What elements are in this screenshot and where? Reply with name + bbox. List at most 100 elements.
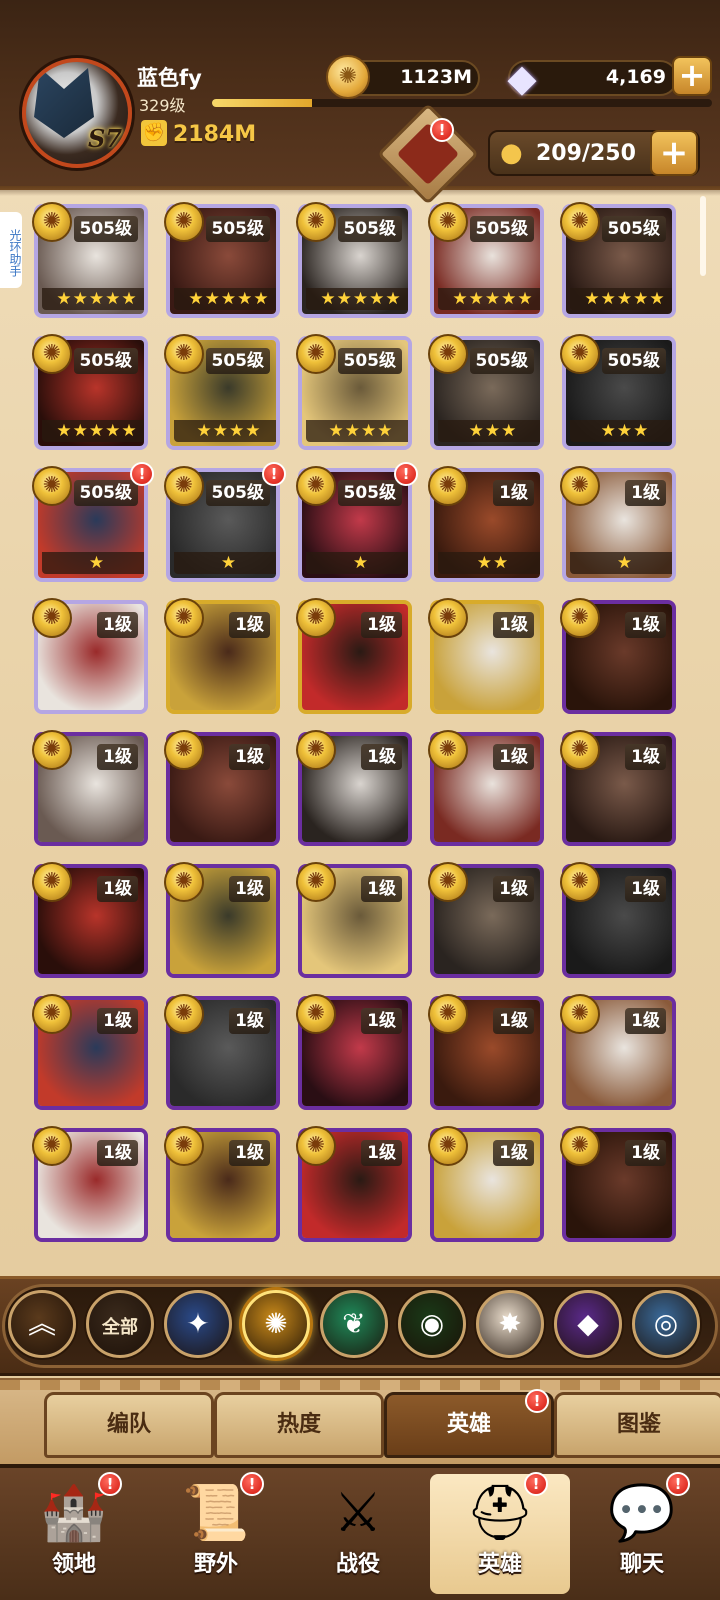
mauler-faction-icon: ✺ — [296, 862, 336, 902]
lightbearer-icon: ✦ — [186, 1307, 210, 1340]
hero-card[interactable]: 1级 ✺ — [426, 1124, 544, 1242]
hero-card[interactable]: 505级 ★★★★★ ✺ — [426, 200, 544, 318]
alert-badge: ! — [240, 1472, 264, 1496]
hero-card[interactable]: 505级 ★★★★★ ✺ — [294, 200, 412, 318]
add-capacity-button[interactable]: + — [650, 130, 698, 176]
scrollbar[interactable] — [700, 196, 706, 276]
hero-level: 1级 — [625, 480, 666, 506]
mauler-faction-icon: ✺ — [164, 334, 204, 374]
filter-all-button[interactable]: 全部 — [86, 1290, 154, 1358]
hero-card[interactable]: 505级 ★ ✺! — [30, 462, 154, 582]
hero-level: 1级 — [493, 744, 534, 770]
filter-celestial-button[interactable]: ✸ — [476, 1290, 544, 1358]
hero-level: 505级 — [73, 348, 138, 374]
mauler-faction-icon: ✺ — [560, 862, 600, 902]
mauler-faction-icon: ✺ — [296, 598, 336, 638]
hero-level: 1级 — [361, 1008, 402, 1034]
up-chevron-icon: ︽ — [27, 1307, 56, 1340]
nav-helmet[interactable]: ⛑ 英雄! — [430, 1472, 570, 1594]
hero-screen: S7 蓝色fy 329级 ✊ 2184M ✺ 1123M ◆ 4,169 + !… — [0, 0, 720, 1600]
hero-card[interactable]: 505级 ★★★★★ ✺ — [30, 200, 148, 318]
hero-level: 505级 — [601, 216, 666, 242]
alert-badge: ! — [394, 462, 418, 486]
hero-level: 1级 — [625, 744, 666, 770]
hero-card[interactable]: 1级 ✺ — [30, 992, 148, 1110]
dimensional-icon: ◎ — [653, 1307, 679, 1340]
hero-card[interactable]: 1级 ✺ — [558, 1124, 676, 1242]
hero-level: 505级 — [73, 480, 138, 506]
hero-card[interactable]: 1级 ✺ — [294, 728, 412, 846]
hero-capacity-value: 209/250 — [536, 141, 636, 166]
sub-tab-1[interactable]: 热度 — [214, 1392, 384, 1458]
hero-card[interactable]: 1级 ✺ — [558, 992, 676, 1110]
filter-dimensional-button[interactable]: ◎ — [632, 1290, 700, 1358]
hero-card[interactable]: 1级 ✺ — [426, 596, 544, 714]
mauler-faction-icon: ✺ — [560, 202, 600, 242]
hero-level: 505级 — [337, 216, 402, 242]
hero-stars: ★★★ — [438, 420, 540, 442]
hero-card[interactable]: 1级 ✺ — [426, 992, 544, 1110]
nav-label: 野外 — [193, 1552, 238, 1577]
add-gems-button[interactable]: + — [672, 56, 712, 96]
hero-card[interactable]: 505级 ★★★★★ ✺ — [162, 200, 280, 318]
hero-stars: ★★★★ — [306, 420, 408, 442]
hero-card[interactable]: 1级 ✺ — [162, 860, 280, 978]
exp-bar — [212, 99, 712, 107]
assistant-side-tab[interactable]: 光环助手 — [0, 212, 22, 288]
alert-badge: ! — [130, 462, 154, 486]
hero-card[interactable]: 1级 ✺ — [294, 1124, 412, 1242]
hero-card[interactable]: 1级 ✺ — [162, 1124, 280, 1242]
hero-card[interactable]: 505级 ★★★★★ ✺ — [30, 332, 148, 450]
hero-card[interactable]: 1级 ✺ — [426, 728, 544, 846]
filter-lightbearer-button[interactable]: ✦ — [164, 1290, 232, 1358]
person-icon: ● — [500, 138, 523, 168]
hero-card[interactable]: 505级 ★ ✺! — [162, 462, 286, 582]
hero-card[interactable]: 1级 ✺ — [30, 728, 148, 846]
sub-tab-3[interactable]: 图鉴 — [554, 1392, 720, 1458]
mauler-faction-icon: ✺ — [428, 862, 468, 902]
hero-level: 505级 — [205, 480, 270, 506]
hero-level: 1级 — [229, 876, 270, 902]
alert-badge: ! — [666, 1472, 690, 1496]
crossed-swords-icon: ⚔ — [333, 1481, 383, 1544]
hero-card[interactable]: 1级 ✺ — [294, 596, 412, 714]
hero-card[interactable]: 505级 ★★★★ ✺ — [294, 332, 412, 450]
hero-level: 1级 — [625, 1140, 666, 1166]
hero-card[interactable]: 1级 ✺ — [162, 596, 280, 714]
hero-card[interactable]: 1级 ✺ — [294, 992, 412, 1110]
hero-card[interactable]: 1级 ✺ — [558, 860, 676, 978]
hero-card[interactable]: 1级 ✺ — [162, 992, 280, 1110]
mauler-faction-icon: ✺ — [296, 994, 336, 1034]
sub-tab-2[interactable]: 英雄! — [384, 1389, 554, 1458]
hero-card[interactable]: 1级 ✺ — [30, 860, 148, 978]
hero-card[interactable]: 1级 ★ ✺ — [558, 464, 676, 582]
filter-up-chevron-button[interactable]: ︽ — [8, 1290, 76, 1358]
hero-stars: ★★★★★ — [42, 420, 144, 442]
nav-chat-bubble[interactable]: 💬 聊天! — [572, 1472, 712, 1594]
hero-card[interactable]: 1级 ✺ — [558, 596, 676, 714]
hero-level: 505级 — [73, 216, 138, 242]
mauler-faction-icon: ✺ — [428, 202, 468, 242]
nav-scroll-map[interactable]: 📜 野外! — [146, 1472, 286, 1594]
filter-hypogean-button[interactable]: ◆ — [554, 1290, 622, 1358]
nav-crossed-swords[interactable]: ⚔ 战役 — [288, 1474, 428, 1594]
nav-castle[interactable]: 🏰 领地! — [4, 1472, 144, 1594]
hero-card[interactable]: 1级 ✺ — [30, 596, 148, 714]
hero-card[interactable]: 505级 ★★★★★ ✺ — [558, 200, 676, 318]
filter-graveborn-button[interactable]: ◉ — [398, 1290, 466, 1358]
sub-tab-0[interactable]: 编队 — [44, 1392, 214, 1458]
hero-level: 1级 — [361, 744, 402, 770]
filter-wilder-button[interactable]: ❦ — [320, 1290, 388, 1358]
hero-card[interactable]: 1级 ✺ — [426, 860, 544, 978]
hero-card[interactable]: 1级 ★★ ✺ — [426, 464, 544, 582]
hero-card[interactable]: 505级 ★★★ ✺ — [558, 332, 676, 450]
hero-card[interactable]: 1级 ✺ — [162, 728, 280, 846]
hero-card[interactable]: 505级 ★★★ ✺ — [426, 332, 544, 450]
filter-mauler-button[interactable]: ✺ — [242, 1290, 310, 1358]
hero-card[interactable]: 1级 ✺ — [294, 860, 412, 978]
hero-card[interactable]: 505级 ★ ✺! — [294, 462, 418, 582]
hero-card[interactable]: 1级 ✺ — [558, 728, 676, 846]
hero-level: 1级 — [493, 876, 534, 902]
hero-card[interactable]: 505级 ★★★★ ✺ — [162, 332, 280, 450]
hero-card[interactable]: 1级 ✺ — [30, 1124, 148, 1242]
